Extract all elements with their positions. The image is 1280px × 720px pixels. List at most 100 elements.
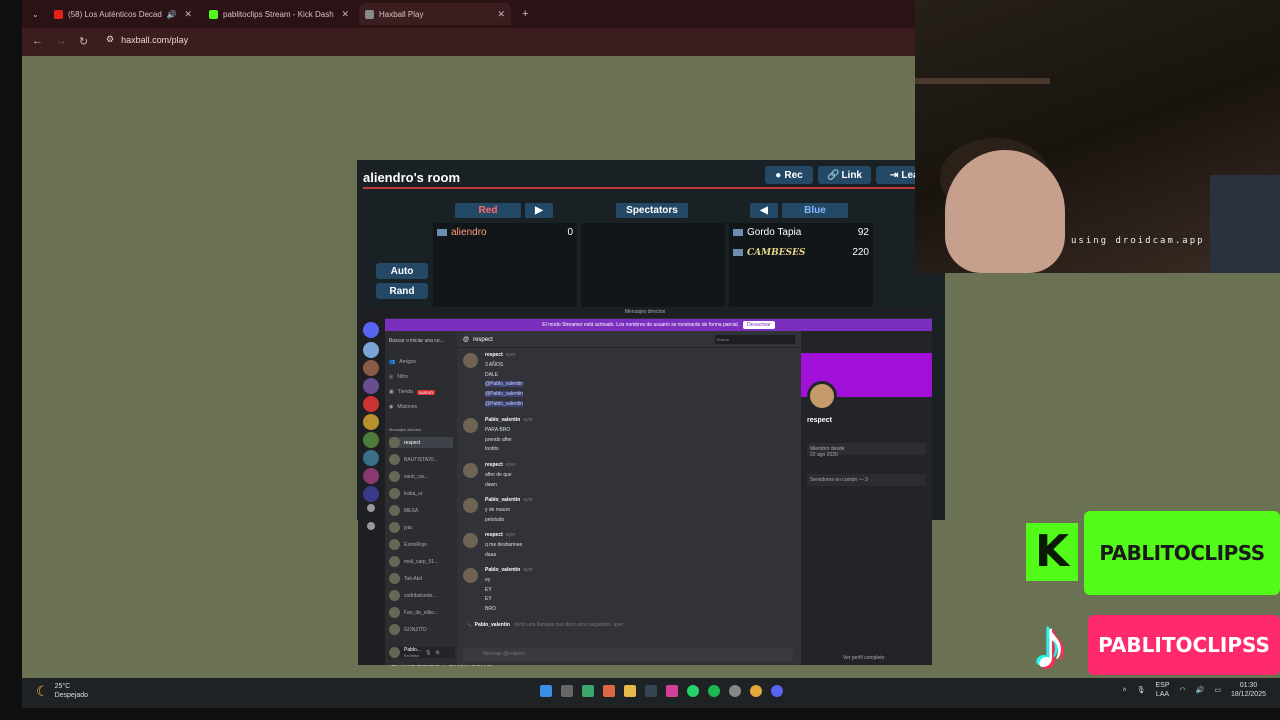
dm-search-input[interactable]: Buscar o iniciar una co... (389, 338, 444, 344)
avatar (463, 418, 478, 433)
add-server-icon[interactable] (367, 504, 375, 512)
friends-icon: 👥 (389, 359, 396, 365)
server-icon[interactable] (363, 450, 379, 466)
player-row[interactable]: Gordo Tapia 92 (733, 227, 869, 238)
instagram-icon[interactable] (666, 685, 678, 697)
speaker-icon[interactable]: 🔊 (167, 10, 177, 19)
avatar (463, 353, 478, 368)
dm-item[interactable]: santi_cai... (389, 471, 428, 482)
message: respect ayer q me desbannee daaa (485, 532, 523, 558)
battery-icon[interactable]: ▭ (1214, 686, 1221, 694)
spectators-header[interactable]: Spectators (616, 203, 688, 218)
back-icon[interactable]: ← (32, 35, 43, 47)
player-row[interactable]: aliendro 0 (437, 227, 573, 238)
tab-haxball[interactable]: Haxball Play ✕ (359, 3, 511, 25)
url-field[interactable]: ⚙ haxball.com/play (106, 34, 188, 45)
mic-icon[interactable]: 🎙 (1137, 686, 1146, 694)
app-icon[interactable] (603, 685, 615, 697)
banner-text: El modo Streamer está activado. Los nomb… (542, 322, 740, 328)
start-icon[interactable] (540, 685, 552, 697)
mutual-servers[interactable]: Servidores en común — 3 (807, 474, 926, 486)
dm-item[interactable]: traba_ur (389, 488, 423, 499)
app-icon[interactable] (729, 685, 741, 697)
server-icon[interactable] (363, 414, 379, 430)
volume-icon[interactable]: 🔊 (1196, 686, 1205, 694)
forward-icon[interactable]: → (56, 35, 67, 47)
taskbar: ☾ 25°C Despejado ˄ 🎙 ESP LAA ◠ 🔊 ▭ 01:30… (22, 678, 1280, 708)
avatar (389, 539, 400, 550)
tab-list-button[interactable]: ⌄ (26, 3, 45, 25)
discord-home-icon[interactable] (363, 322, 379, 338)
room-title: aliendro's room (363, 170, 460, 185)
nav-shop[interactable]: ▣ Tienda NUEVO (389, 389, 436, 395)
dm-item[interactable]: MESA (389, 505, 418, 516)
blue-team-header[interactable]: Blue (782, 203, 848, 218)
dm-item[interactable]: Fan_de_nilko... (389, 607, 438, 618)
settings-icon[interactable]: ⚙ (435, 650, 439, 656)
tab-youtube[interactable]: (58) Los Auténticos Decad 🔊 ✕ (48, 3, 198, 25)
avatar (389, 607, 400, 618)
widgets-icon[interactable] (582, 685, 594, 697)
search-icon[interactable] (561, 685, 573, 697)
server-icon[interactable] (363, 396, 379, 412)
profile-panel: respect Miembro desde 22 ago 2020 Servid… (801, 331, 932, 665)
dm-item[interactable]: respect (389, 437, 453, 448)
language-indicator[interactable]: ESP LAA (1155, 681, 1169, 699)
message-input[interactable]: Mensaje @respect (463, 648, 793, 661)
avatar (389, 488, 400, 499)
server-icon[interactable] (363, 432, 379, 448)
dm-item[interactable]: jyta (389, 522, 412, 533)
player-row[interactable]: CAMBESES 220 (733, 247, 869, 258)
whatsapp-icon[interactable] (687, 685, 699, 697)
close-icon[interactable]: ✕ (497, 9, 505, 20)
reload-icon[interactable]: ↻ (79, 35, 88, 48)
nav-nitro[interactable]: ◎ Nitro (389, 374, 408, 380)
dm-item[interactable]: moli_carp_91... (389, 556, 438, 567)
discord-icon[interactable] (771, 685, 783, 697)
deactivate-button[interactable]: Desactivar (743, 321, 775, 329)
red-team-header[interactable]: Red (455, 203, 521, 218)
chrome-icon[interactable] (750, 685, 762, 697)
dm-item[interactable]: GONZITO (389, 624, 427, 635)
chevron-up-icon[interactable]: ˄ (1123, 687, 1127, 694)
steam-icon[interactable] (645, 685, 657, 697)
clock[interactable]: 01:30 18/12/2025 (1231, 681, 1266, 699)
wifi-icon[interactable]: ◠ (1180, 686, 1186, 694)
dm-item[interactable]: BAUTISTA20... (389, 454, 438, 465)
shelf (915, 78, 1050, 84)
avatar (389, 454, 400, 465)
tab-kick[interactable]: pablitoclips Stream - Kick Dash ✕ (203, 3, 355, 25)
dm-item[interactable]: Tati-Akd (389, 573, 422, 584)
dm-item[interactable]: codribalcede... (389, 590, 437, 601)
full-profile-link[interactable]: Ver perfil completo (843, 655, 884, 661)
flag-icon (437, 229, 447, 236)
server-icon[interactable] (363, 486, 379, 502)
rec-button[interactable]: ● Rec (765, 166, 813, 184)
close-icon[interactable]: ✕ (341, 9, 349, 20)
nav-friends[interactable]: 👥 Amigos (389, 359, 416, 365)
new-tab-button[interactable]: + (516, 3, 534, 25)
move-to-blue-button[interactable]: ◀ (750, 203, 778, 218)
auto-button[interactable]: Auto (376, 263, 428, 279)
tab-label: (58) Los Auténticos Decad (68, 9, 162, 19)
server-icon[interactable] (363, 360, 379, 376)
server-icon[interactable] (363, 378, 379, 394)
rand-button[interactable]: Rand (376, 283, 428, 299)
spotify-icon[interactable] (708, 685, 720, 697)
link-button[interactable]: 🔗 Link (818, 166, 871, 184)
close-icon[interactable]: ✕ (184, 9, 192, 20)
server-icon[interactable] (363, 468, 379, 484)
mic-icon[interactable]: 🎙 (425, 650, 431, 656)
weather-widget[interactable]: ☾ 25°C Despejado (36, 682, 88, 700)
folder-icon[interactable] (624, 685, 636, 697)
dm-item[interactable]: EzeniRojo (389, 539, 427, 550)
move-to-red-button[interactable]: ▶ (525, 203, 553, 218)
channel-search-input[interactable]: Buscar (715, 335, 795, 344)
nitro-icon: ◎ (389, 374, 394, 380)
player-score: 220 (852, 247, 869, 258)
explore-icon[interactable] (367, 522, 375, 530)
site-info-icon[interactable]: ⚙ (106, 34, 114, 45)
server-icon[interactable] (363, 342, 379, 358)
nav-quests[interactable]: ◉ Misiones (389, 404, 417, 410)
avatar (389, 522, 400, 533)
